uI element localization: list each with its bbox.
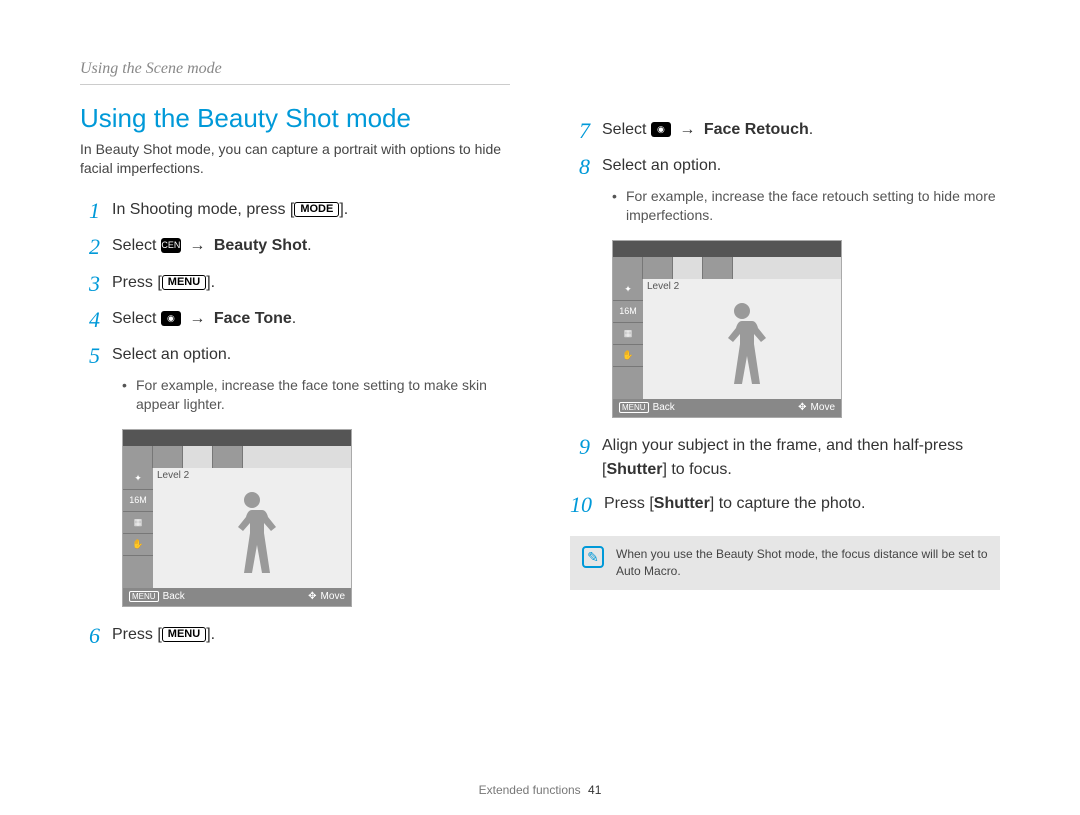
step-8-text: Select an option.: [602, 154, 1000, 178]
lcd-move-label: Move: [321, 591, 345, 602]
step-4-text-c: .: [292, 310, 296, 327]
step-number: 6: [80, 623, 100, 649]
step-10-bold: Shutter: [654, 495, 710, 512]
step-4-bold: Face Tone: [214, 310, 292, 327]
lcd-side-icon: ✋: [123, 534, 153, 556]
step-10-text-a: Press [: [604, 495, 654, 512]
step-9: 9 Align your subject in the frame, and t…: [570, 434, 1000, 482]
step-2-text-a: Select: [112, 237, 161, 254]
footer-section: Extended functions: [479, 783, 581, 797]
lcd-move-label: Move: [811, 402, 835, 413]
step-9-text-c: ] to focus.: [662, 461, 731, 478]
lcd-preview-face-retouch: ✦ 16M ▦ ✋ Level 2 MENU Back ✥ Move: [612, 240, 842, 418]
note-box: ✎ When you use the Beauty Shot mode, the…: [570, 536, 1000, 590]
step-7-text-c: .: [809, 121, 813, 138]
lcd-side-icon: ✦: [123, 468, 153, 490]
step-number: 1: [80, 198, 100, 224]
camera-icon: ◉: [651, 122, 671, 137]
arrow-icon: →: [185, 237, 209, 254]
step-number: 3: [80, 271, 100, 297]
lcd-back-label: Back: [163, 591, 185, 602]
lcd-side-icon: ▦: [613, 323, 643, 345]
step-number: 7: [570, 118, 590, 144]
lcd-level-label: Level 2: [157, 470, 189, 481]
person-silhouette-icon: [707, 299, 777, 399]
mode-button-icon: MODE: [294, 202, 339, 217]
step-number: 8: [570, 154, 590, 180]
step-10: 10 Press [Shutter] to capture the photo.: [570, 492, 1000, 518]
step-6-text-a: Press [: [112, 626, 162, 643]
lcd-move-icon: ✥: [798, 402, 806, 413]
step-number: 4: [80, 307, 100, 333]
lcd-back-label: Back: [653, 402, 675, 413]
step-number: 9: [570, 434, 590, 460]
section-title: Using the Beauty Shot mode: [80, 103, 510, 134]
step-10-text-c: ] to capture the photo.: [710, 495, 866, 512]
menu-button-icon: MENU: [162, 627, 206, 642]
step-1-text-b: ].: [339, 201, 348, 218]
footer-page-number: 41: [588, 783, 601, 797]
arrow-icon: →: [185, 310, 209, 327]
step-7: 7 Select ◉ → Face Retouch.: [570, 118, 1000, 144]
step-8: 8 Select an option.: [570, 154, 1000, 180]
step-number: 2: [80, 234, 100, 260]
step-4: 4 Select ◉ → Face Tone.: [80, 307, 510, 333]
lcd-side-icon: 16M: [123, 490, 153, 512]
page-footer: Extended functions 41: [0, 783, 1080, 797]
lcd-side-icon: ▦: [123, 512, 153, 534]
step-5: 5 Select an option.: [80, 343, 510, 369]
intro-text: In Beauty Shot mode, you can capture a p…: [80, 140, 510, 178]
step-6-text-b: ].: [206, 626, 215, 643]
breadcrumb: Using the Scene mode: [80, 60, 510, 85]
step-4-text-a: Select: [112, 310, 161, 327]
step-7-text-a: Select: [602, 121, 651, 138]
step-1: 1 In Shooting mode, press [MODE].: [80, 198, 510, 224]
step-5-text: Select an option.: [112, 343, 510, 367]
step-1-text-a: In Shooting mode, press [: [112, 201, 294, 218]
step-3-text-b: ].: [206, 274, 215, 291]
note-icon: ✎: [582, 546, 604, 568]
arrow-icon: →: [675, 121, 699, 138]
note-text: When you use the Beauty Shot mode, the f…: [616, 546, 988, 580]
step-5-bullet: For example, increase the face tone sett…: [122, 376, 510, 415]
step-7-bold: Face Retouch: [704, 121, 809, 138]
lcd-level-label: Level 2: [647, 281, 679, 292]
lcd-side-icon: 16M: [613, 301, 643, 323]
step-3-text-a: Press [: [112, 274, 162, 291]
step-number: 10: [570, 492, 592, 518]
step-3: 3 Press [MENU].: [80, 271, 510, 297]
step-number: 5: [80, 343, 100, 369]
lcd-back-btn-icon: MENU: [129, 591, 159, 602]
step-6: 6 Press [MENU].: [80, 623, 510, 649]
lcd-move-icon: ✥: [308, 591, 316, 602]
camera-icon: ◉: [161, 311, 181, 326]
step-2: 2 Select SCENE → Beauty Shot.: [80, 234, 510, 260]
person-silhouette-icon: [217, 488, 287, 588]
step-2-bold: Beauty Shot: [214, 237, 307, 254]
lcd-side-icon: ✋: [613, 345, 643, 367]
step-2-text-c: .: [307, 237, 311, 254]
step-9-bold: Shutter: [606, 461, 662, 478]
step-8-bullet: For example, increase the face retouch s…: [612, 187, 1000, 226]
menu-button-icon: MENU: [162, 275, 206, 290]
lcd-side-icon: ✦: [613, 279, 643, 301]
lcd-preview-face-tone: ✦ 16M ▦ ✋ Level 2 MENU Back ✥ Move: [122, 429, 352, 607]
lcd-back-btn-icon: MENU: [619, 402, 649, 413]
scene-icon: SCENE: [161, 238, 181, 253]
